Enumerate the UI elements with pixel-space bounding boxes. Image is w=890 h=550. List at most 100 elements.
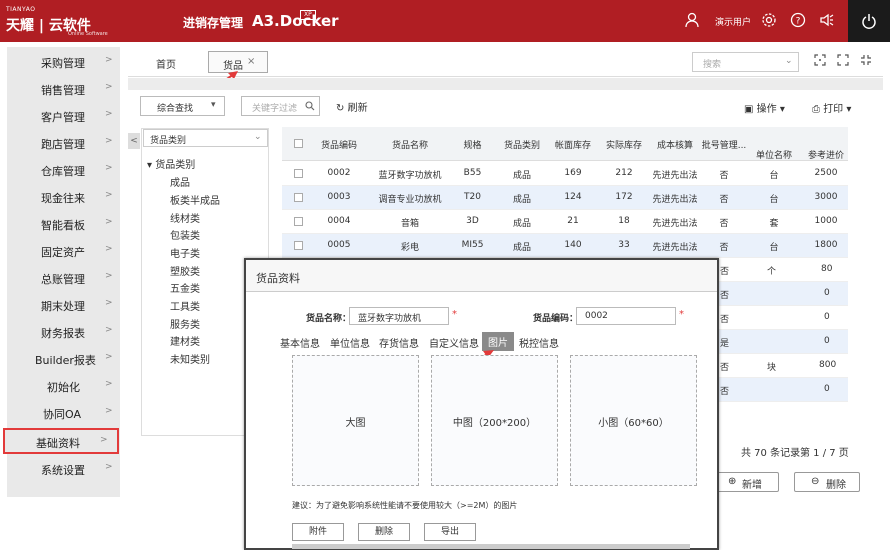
collapse-panel-button[interactable]: < <box>128 133 140 149</box>
tree-root[interactable]: ▾ 货品类别 <box>147 156 195 171</box>
tree-root-label: 货品类别 <box>155 160 196 171</box>
tab-home[interactable]: 首页 <box>156 56 176 71</box>
tree-node[interactable]: 服务类 <box>170 316 200 331</box>
delete-button[interactable]: ⊖ 删除 <box>794 472 860 492</box>
chevron-right-icon: > <box>105 325 113 335</box>
cell-name: 蓝牙数字功放机 <box>378 171 442 181</box>
tree-node[interactable]: 包装类 <box>170 227 200 242</box>
column-header[interactable]: 参考进价 <box>800 148 852 161</box>
sidebar-item-dashboard[interactable]: 智能看板 > <box>7 211 120 237</box>
delete-image-button[interactable]: 删除 <box>358 523 410 541</box>
column-header[interactable]: 货品类别 <box>496 138 548 151</box>
gear-icon[interactable] <box>761 12 777 28</box>
tree-node[interactable]: 工具类 <box>170 298 200 313</box>
tree-node[interactable]: 电子类 <box>170 245 200 260</box>
cell-category: 成品 <box>512 195 531 205</box>
close-icon[interactable]: × <box>247 56 255 67</box>
column-header[interactable]: 货品编码 <box>314 138 364 151</box>
sidebar-item-label: 客户管理 <box>41 111 85 124</box>
sidebar-item-period-end[interactable]: 期末处理 > <box>7 292 120 318</box>
refresh-button[interactable]: ↻ 刷新 <box>336 99 368 114</box>
tree-node[interactable]: 未知类别 <box>170 351 210 366</box>
chevron-right-icon: > <box>105 136 113 146</box>
tab-unit-info[interactable]: 单位信息 <box>330 335 370 350</box>
goods-code-field[interactable]: 0002 <box>576 307 676 325</box>
add-label: 新增 <box>742 480 762 491</box>
user-name[interactable]: 演示用户 <box>715 15 751 28</box>
column-header[interactable]: 单位名称 <box>748 148 800 161</box>
row-checkbox[interactable] <box>294 217 303 226</box>
search-input[interactable]: 搜索 ⌄ <box>692 52 799 72</box>
column-header[interactable]: 成本核算 <box>649 138 701 151</box>
sidebar-item-sales[interactable]: 销售管理 > <box>7 76 120 102</box>
medium-image-label: 中图（200*200） <box>452 418 537 429</box>
column-header[interactable]: 货品名称 <box>370 138 450 151</box>
cell-unit: 台 <box>769 195 779 205</box>
attachment-button[interactable]: 附件 <box>292 523 344 541</box>
cell-price: 0 <box>824 312 830 322</box>
tree-node[interactable]: 成品 <box>170 174 190 189</box>
sidebar-item-cash[interactable]: 现金往来 > <box>7 184 120 210</box>
sidebar-item-finance-reports[interactable]: 财务报表 > <box>7 319 120 345</box>
add-button[interactable]: ⊕ 新增 <box>717 472 779 492</box>
sidebar-item-base-data[interactable]: 基础资料 > <box>3 428 119 454</box>
column-header[interactable]: 规格 <box>450 138 495 151</box>
cell-spec: T20 <box>464 192 481 202</box>
print-button[interactable]: ⎙ 打印 ▾ <box>812 100 851 115</box>
power-button[interactable] <box>848 0 890 42</box>
column-header[interactable]: 帐面库存 <box>548 138 598 151</box>
user-icon[interactable] <box>684 12 700 28</box>
row-checkbox[interactable] <box>294 169 303 178</box>
expand-icon[interactable] <box>814 54 826 66</box>
tree-node[interactable]: 塑胶类 <box>170 263 200 278</box>
cell-price: 0 <box>824 336 830 346</box>
search-mode-select[interactable]: 综合查找 ▾ <box>140 96 225 116</box>
fullscreen-icon[interactable] <box>837 54 849 66</box>
sidebar-item-init[interactable]: 初始化 > <box>7 373 120 399</box>
cell-code: 0005 <box>327 240 351 250</box>
table-row[interactable]: 0002 蓝牙数字功放机 B55 成品 169 212 先进先出法 否 台 25… <box>282 162 848 186</box>
operate-button[interactable]: ▣ 操作 ▾ <box>744 100 785 115</box>
column-header[interactable]: 实际库存 <box>598 138 650 151</box>
tab-stock-info[interactable]: 存货信息 <box>379 335 419 350</box>
sidebar-item-purchase[interactable]: 采购管理 > <box>7 49 120 75</box>
cell-unit: 块 <box>767 363 777 373</box>
sidebar-item-oa[interactable]: 协同OA > <box>7 400 120 426</box>
horizontal-scrollbar[interactable] <box>292 544 690 549</box>
sidebar-item-system[interactable]: 系统设置 > <box>7 456 120 482</box>
tree-node[interactable]: 五金类 <box>170 280 200 295</box>
tree-node[interactable]: 板类半成品 <box>170 192 220 207</box>
sidebar-item-ledger[interactable]: 总账管理 > <box>7 265 120 291</box>
row-checkbox[interactable] <box>294 241 303 250</box>
table-row[interactable]: 0003 调音专业功放机 T20 成品 124 172 先进先出法 否 台 30… <box>282 186 848 210</box>
speaker-icon[interactable] <box>819 12 835 28</box>
table-row[interactable]: 0004 音箱 3D 成品 21 18 先进先出法 否 套 1000 <box>282 210 848 234</box>
tab-basic-info[interactable]: 基本信息 <box>280 335 320 350</box>
sidebar-item-store-visit[interactable]: 跑店管理 > <box>7 130 120 156</box>
sidebar-item-builder-reports[interactable]: Builder报表 > <box>7 346 120 372</box>
cell-batch: 否 <box>719 243 729 253</box>
tree-node[interactable]: 线材类 <box>170 210 200 225</box>
medium-image-upload[interactable]: 中图（200*200） <box>431 355 558 486</box>
category-select[interactable]: 货品类别 ⌄ <box>143 129 268 147</box>
table-row[interactable]: 0005 彩电 MI55 成品 140 33 先进先出法 否 台 1800 <box>282 234 848 258</box>
help-icon[interactable]: ? <box>790 12 806 28</box>
column-header[interactable]: 批号管理... <box>700 138 748 151</box>
row-checkbox[interactable] <box>294 193 303 202</box>
sidebar-item-warehouse[interactable]: 仓库管理 > <box>7 157 120 183</box>
select-all-checkbox[interactable] <box>294 139 303 148</box>
cell-spec: 3D <box>466 216 479 226</box>
export-button[interactable]: 导出 <box>424 523 476 541</box>
large-image-upload[interactable]: 大图 <box>292 355 419 486</box>
chevron-right-icon: > <box>105 406 113 416</box>
small-image-upload[interactable]: 小图（60*60） <box>570 355 697 486</box>
image-size-hint: 建议：为了避免影响系统性能请不要使用较大（>=2M）的图片 <box>292 501 518 510</box>
sidebar-item-customer[interactable]: 客户管理 > <box>7 103 120 129</box>
sidebar-item-assets[interactable]: 固定资产 > <box>7 238 120 264</box>
exit-fullscreen-icon[interactable] <box>860 54 872 66</box>
tree-node[interactable]: 建材类 <box>170 333 200 348</box>
goods-name-field[interactable]: 蓝牙数字功放机 <box>349 307 449 325</box>
tab-tax-info[interactable]: 税控信息 <box>519 335 559 350</box>
cell-cost-method: 先进先出法 <box>652 243 698 253</box>
keyword-filter-input[interactable]: 关键字过滤 <box>241 96 320 116</box>
